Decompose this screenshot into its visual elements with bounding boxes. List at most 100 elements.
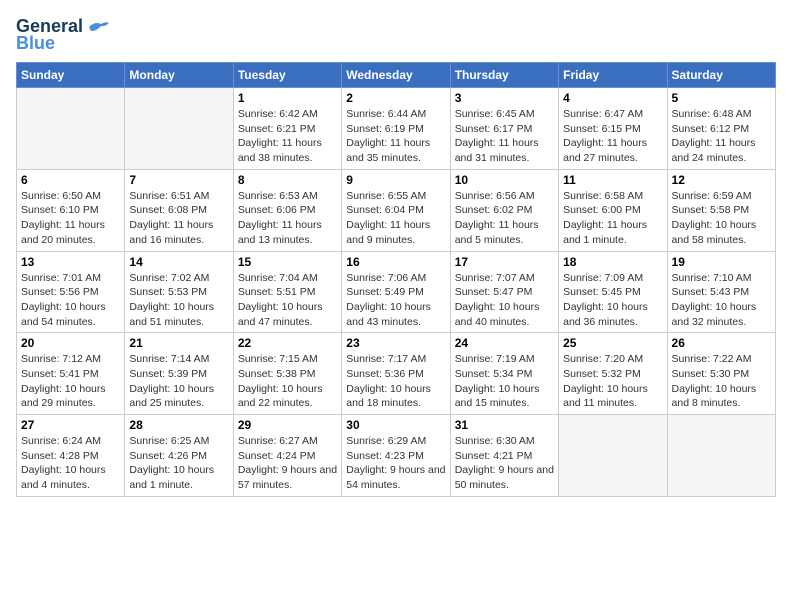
calendar-cell: 25 Sunrise: 7:20 AM Sunset: 5:32 PM Dayl… <box>559 333 667 415</box>
calendar-cell: 17 Sunrise: 7:07 AM Sunset: 5:47 PM Dayl… <box>450 251 558 333</box>
day-header-wednesday: Wednesday <box>342 63 450 88</box>
calendar-cell: 12 Sunrise: 6:59 AM Sunset: 5:58 PM Dayl… <box>667 169 775 251</box>
calendar-cell: 2 Sunrise: 6:44 AM Sunset: 6:19 PM Dayli… <box>342 88 450 170</box>
day-info: Sunrise: 7:04 AM Sunset: 5:51 PM Dayligh… <box>238 271 337 330</box>
calendar-cell: 7 Sunrise: 6:51 AM Sunset: 6:08 PM Dayli… <box>125 169 233 251</box>
calendar-cell: 8 Sunrise: 6:53 AM Sunset: 6:06 PM Dayli… <box>233 169 341 251</box>
day-number: 6 <box>21 173 120 187</box>
calendar-cell: 22 Sunrise: 7:15 AM Sunset: 5:38 PM Dayl… <box>233 333 341 415</box>
day-info: Sunrise: 6:51 AM Sunset: 6:08 PM Dayligh… <box>129 189 228 248</box>
calendar-cell: 28 Sunrise: 6:25 AM Sunset: 4:26 PM Dayl… <box>125 415 233 497</box>
day-info: Sunrise: 6:29 AM Sunset: 4:23 PM Dayligh… <box>346 434 445 493</box>
day-number: 2 <box>346 91 445 105</box>
calendar-cell: 20 Sunrise: 7:12 AM Sunset: 5:41 PM Dayl… <box>17 333 125 415</box>
day-number: 4 <box>563 91 662 105</box>
day-info: Sunrise: 6:56 AM Sunset: 6:02 PM Dayligh… <box>455 189 554 248</box>
day-number: 1 <box>238 91 337 105</box>
calendar-cell: 1 Sunrise: 6:42 AM Sunset: 6:21 PM Dayli… <box>233 88 341 170</box>
day-info: Sunrise: 6:24 AM Sunset: 4:28 PM Dayligh… <box>21 434 120 493</box>
calendar-cell: 15 Sunrise: 7:04 AM Sunset: 5:51 PM Dayl… <box>233 251 341 333</box>
day-number: 16 <box>346 255 445 269</box>
day-info: Sunrise: 7:01 AM Sunset: 5:56 PM Dayligh… <box>21 271 120 330</box>
day-info: Sunrise: 6:45 AM Sunset: 6:17 PM Dayligh… <box>455 107 554 166</box>
calendar-cell: 19 Sunrise: 7:10 AM Sunset: 5:43 PM Dayl… <box>667 251 775 333</box>
day-number: 26 <box>672 336 771 350</box>
calendar-cell: 14 Sunrise: 7:02 AM Sunset: 5:53 PM Dayl… <box>125 251 233 333</box>
calendar-cell: 30 Sunrise: 6:29 AM Sunset: 4:23 PM Dayl… <box>342 415 450 497</box>
calendar-cell: 4 Sunrise: 6:47 AM Sunset: 6:15 PM Dayli… <box>559 88 667 170</box>
day-number: 9 <box>346 173 445 187</box>
day-number: 23 <box>346 336 445 350</box>
day-info: Sunrise: 6:30 AM Sunset: 4:21 PM Dayligh… <box>455 434 554 493</box>
day-info: Sunrise: 7:02 AM Sunset: 5:53 PM Dayligh… <box>129 271 228 330</box>
calendar-cell <box>17 88 125 170</box>
day-number: 30 <box>346 418 445 432</box>
calendar-week-5: 27 Sunrise: 6:24 AM Sunset: 4:28 PM Dayl… <box>17 415 776 497</box>
day-number: 22 <box>238 336 337 350</box>
day-info: Sunrise: 6:47 AM Sunset: 6:15 PM Dayligh… <box>563 107 662 166</box>
day-number: 8 <box>238 173 337 187</box>
calendar-cell: 23 Sunrise: 7:17 AM Sunset: 5:36 PM Dayl… <box>342 333 450 415</box>
day-header-saturday: Saturday <box>667 63 775 88</box>
calendar-cell: 16 Sunrise: 7:06 AM Sunset: 5:49 PM Dayl… <box>342 251 450 333</box>
day-header-friday: Friday <box>559 63 667 88</box>
day-header-thursday: Thursday <box>450 63 558 88</box>
day-number: 14 <box>129 255 228 269</box>
day-info: Sunrise: 6:27 AM Sunset: 4:24 PM Dayligh… <box>238 434 337 493</box>
day-info: Sunrise: 7:12 AM Sunset: 5:41 PM Dayligh… <box>21 352 120 411</box>
day-number: 28 <box>129 418 228 432</box>
logo-text-blue: Blue <box>16 33 55 54</box>
day-number: 11 <box>563 173 662 187</box>
day-info: Sunrise: 6:25 AM Sunset: 4:26 PM Dayligh… <box>129 434 228 493</box>
calendar-cell <box>125 88 233 170</box>
day-info: Sunrise: 6:44 AM Sunset: 6:19 PM Dayligh… <box>346 107 445 166</box>
calendar-cell: 29 Sunrise: 6:27 AM Sunset: 4:24 PM Dayl… <box>233 415 341 497</box>
day-number: 5 <box>672 91 771 105</box>
day-number: 7 <box>129 173 228 187</box>
day-info: Sunrise: 6:55 AM Sunset: 6:04 PM Dayligh… <box>346 189 445 248</box>
day-info: Sunrise: 7:06 AM Sunset: 5:49 PM Dayligh… <box>346 271 445 330</box>
calendar-cell: 24 Sunrise: 7:19 AM Sunset: 5:34 PM Dayl… <box>450 333 558 415</box>
day-number: 25 <box>563 336 662 350</box>
calendar-cell: 13 Sunrise: 7:01 AM Sunset: 5:56 PM Dayl… <box>17 251 125 333</box>
day-number: 18 <box>563 255 662 269</box>
calendar-cell: 5 Sunrise: 6:48 AM Sunset: 6:12 PM Dayli… <box>667 88 775 170</box>
day-number: 3 <box>455 91 554 105</box>
day-info: Sunrise: 7:15 AM Sunset: 5:38 PM Dayligh… <box>238 352 337 411</box>
logo: General Blue <box>16 16 109 54</box>
calendar-cell: 31 Sunrise: 6:30 AM Sunset: 4:21 PM Dayl… <box>450 415 558 497</box>
calendar-table: SundayMondayTuesdayWednesdayThursdayFrid… <box>16 62 776 497</box>
day-number: 12 <box>672 173 771 187</box>
day-info: Sunrise: 6:50 AM Sunset: 6:10 PM Dayligh… <box>21 189 120 248</box>
day-info: Sunrise: 6:42 AM Sunset: 6:21 PM Dayligh… <box>238 107 337 166</box>
day-number: 21 <box>129 336 228 350</box>
day-number: 31 <box>455 418 554 432</box>
day-number: 24 <box>455 336 554 350</box>
calendar-week-2: 6 Sunrise: 6:50 AM Sunset: 6:10 PM Dayli… <box>17 169 776 251</box>
calendar-cell: 18 Sunrise: 7:09 AM Sunset: 5:45 PM Dayl… <box>559 251 667 333</box>
day-info: Sunrise: 6:59 AM Sunset: 5:58 PM Dayligh… <box>672 189 771 248</box>
calendar-cell: 26 Sunrise: 7:22 AM Sunset: 5:30 PM Dayl… <box>667 333 775 415</box>
day-header-sunday: Sunday <box>17 63 125 88</box>
calendar-week-3: 13 Sunrise: 7:01 AM Sunset: 5:56 PM Dayl… <box>17 251 776 333</box>
calendar-cell: 3 Sunrise: 6:45 AM Sunset: 6:17 PM Dayli… <box>450 88 558 170</box>
day-info: Sunrise: 7:09 AM Sunset: 5:45 PM Dayligh… <box>563 271 662 330</box>
day-info: Sunrise: 7:07 AM Sunset: 5:47 PM Dayligh… <box>455 271 554 330</box>
day-info: Sunrise: 7:10 AM Sunset: 5:43 PM Dayligh… <box>672 271 771 330</box>
calendar-cell: 21 Sunrise: 7:14 AM Sunset: 5:39 PM Dayl… <box>125 333 233 415</box>
day-number: 15 <box>238 255 337 269</box>
day-header-tuesday: Tuesday <box>233 63 341 88</box>
day-number: 17 <box>455 255 554 269</box>
day-number: 19 <box>672 255 771 269</box>
calendar-week-1: 1 Sunrise: 6:42 AM Sunset: 6:21 PM Dayli… <box>17 88 776 170</box>
day-number: 27 <box>21 418 120 432</box>
day-info: Sunrise: 7:20 AM Sunset: 5:32 PM Dayligh… <box>563 352 662 411</box>
calendar-cell: 6 Sunrise: 6:50 AM Sunset: 6:10 PM Dayli… <box>17 169 125 251</box>
day-info: Sunrise: 7:22 AM Sunset: 5:30 PM Dayligh… <box>672 352 771 411</box>
calendar-cell <box>667 415 775 497</box>
calendar-cell: 9 Sunrise: 6:55 AM Sunset: 6:04 PM Dayli… <box>342 169 450 251</box>
day-info: Sunrise: 6:58 AM Sunset: 6:00 PM Dayligh… <box>563 189 662 248</box>
calendar-week-4: 20 Sunrise: 7:12 AM Sunset: 5:41 PM Dayl… <box>17 333 776 415</box>
logo-bird-icon <box>87 19 109 35</box>
day-number: 13 <box>21 255 120 269</box>
